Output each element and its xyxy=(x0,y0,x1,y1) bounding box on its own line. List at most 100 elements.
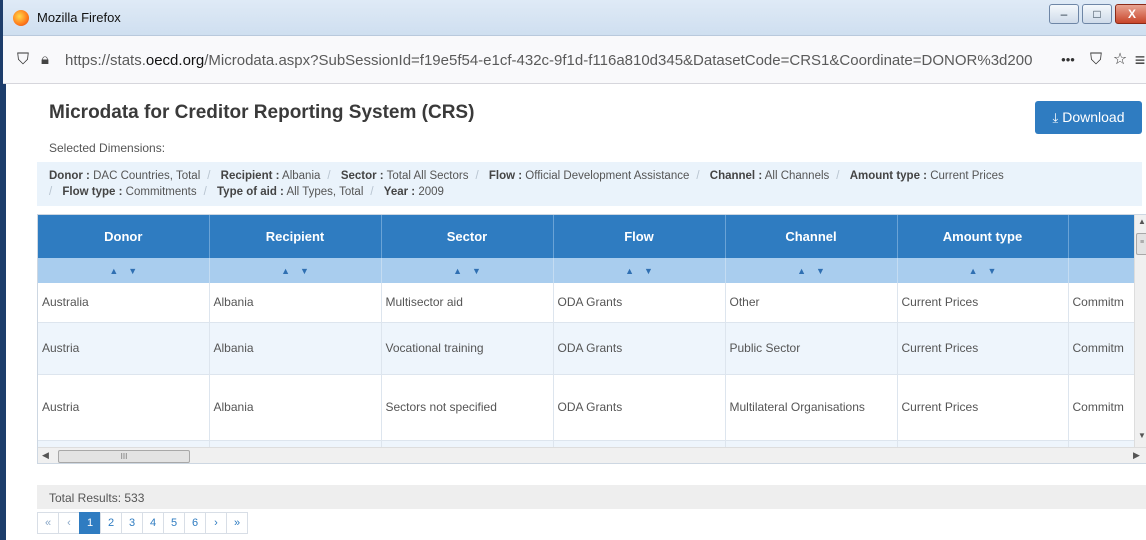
sort-asc-icon[interactable]: ▲ xyxy=(625,266,634,276)
sort-controls xyxy=(1068,258,1134,283)
sort-controls: ▲ ▼ xyxy=(209,258,382,283)
sort-controls: ▲ ▼ xyxy=(725,258,898,283)
dimensions-bar: Donor : DAC Countries, Total / Recipient … xyxy=(37,162,1142,206)
cell-channel: Multilateral Organisations xyxy=(725,374,898,441)
dim-year: Year : 2009 xyxy=(383,186,444,198)
window-title: Mozilla Firefox xyxy=(37,10,121,25)
title-bar: Mozilla Firefox – □ X xyxy=(3,0,1146,36)
firefox-logo-icon xyxy=(13,10,29,26)
page-title: Microdata for Creditor Reporting System … xyxy=(49,102,475,123)
cell-sector: Sectors not specified xyxy=(381,374,554,441)
column-header-sector[interactable]: Sector xyxy=(381,215,554,258)
cell-sector: Vocational training xyxy=(381,322,554,375)
page-button-6[interactable]: 6 xyxy=(184,512,206,534)
dim-type-of-aid: Type of aid : All Types, Total xyxy=(217,186,364,198)
scroll-down-icon[interactable]: ▼ xyxy=(1136,431,1146,443)
menu-icon[interactable]: ≡ xyxy=(1131,48,1146,72)
pocket-icon[interactable]: ⛉ xyxy=(1085,48,1107,72)
url-prefix: https://stats. xyxy=(65,52,146,69)
dim-sector: Sector : Total All Sectors xyxy=(340,170,469,182)
address-bar[interactable]: https://stats.oecd.org/Microdata.aspx?Su… xyxy=(65,50,1055,72)
sort-asc-icon[interactable]: ▲ xyxy=(109,266,118,276)
page-content: Microdata for Creditor Reporting System … xyxy=(17,84,1146,540)
vertical-scrollbar[interactable]: ▲ ≡ ▼ xyxy=(1134,215,1146,447)
table-row[interactable]: Austria Albania Vocational training ODA … xyxy=(38,322,1134,375)
page-actions-icon[interactable]: ••• xyxy=(1055,48,1081,72)
sort-asc-icon[interactable]: ▲ xyxy=(453,266,462,276)
horizontal-scrollbar[interactable]: ◀ III ▶ xyxy=(38,447,1146,463)
sort-desc-icon[interactable]: ▼ xyxy=(988,266,997,276)
dim-donor: Donor : DAC Countries, Total xyxy=(49,170,201,182)
sort-row: ▲ ▼ ▲ ▼ ▲ ▼ ▲ ▼ ▲ ▼ ▲ ▼ xyxy=(38,258,1134,283)
browser-window: Mozilla Firefox – □ X ⛉ 🔒︎ https://stats… xyxy=(0,0,1146,540)
header-row: Donor Recipient Sector Flow Channel Amou… xyxy=(38,215,1134,258)
cell-flow: ODA Grants xyxy=(553,322,726,375)
cell-amount-type: Current Prices xyxy=(897,283,1069,323)
page-button-2[interactable]: 2 xyxy=(100,512,122,534)
cell-flow-type: Commitm xyxy=(1068,283,1134,323)
dim-flow: Flow : Official Development Assistance xyxy=(488,170,690,182)
maximize-button[interactable]: □ xyxy=(1082,4,1112,24)
cell-flow-type: Commitm xyxy=(1068,374,1134,441)
column-header-donor[interactable]: Donor xyxy=(38,215,210,258)
cell-recipient: Albania xyxy=(209,283,382,323)
cell-donor: Austria xyxy=(38,374,210,441)
dim-flow-type: Flow type : Commitments xyxy=(62,186,197,198)
table-row[interactable]: Australia Albania Multisector aid ODA Gr… xyxy=(38,283,1134,323)
column-header-channel[interactable]: Channel xyxy=(725,215,898,258)
last-page-button[interactable]: » xyxy=(226,512,248,534)
column-header-flow-type[interactable] xyxy=(1068,215,1134,258)
next-page-button[interactable]: › xyxy=(205,512,227,534)
scroll-left-icon[interactable]: ◀ xyxy=(42,450,49,461)
cell-channel: Other xyxy=(725,283,898,323)
scroll-right-icon[interactable]: ▶ xyxy=(1133,450,1140,461)
sort-controls: ▲ ▼ xyxy=(553,258,726,283)
sort-controls: ▲ ▼ xyxy=(897,258,1069,283)
vertical-scroll-thumb[interactable]: ≡ xyxy=(1136,233,1146,255)
table-row[interactable]: Austria Albania Sectors not specified OD… xyxy=(38,374,1134,441)
cell-amount-type: Current Prices xyxy=(897,374,1069,441)
sort-desc-icon[interactable]: ▼ xyxy=(128,266,137,276)
dim-channel: Channel : All Channels xyxy=(709,170,830,182)
pagination: « ‹ 1 2 3 4 5 6 › » xyxy=(37,512,248,536)
lock-icon[interactable]: 🔒︎ xyxy=(41,50,57,70)
page-button-3[interactable]: 3 xyxy=(121,512,143,534)
tracking-shield-icon[interactable]: ⛉ xyxy=(17,50,33,70)
download-label: Download xyxy=(1062,109,1125,125)
column-header-flow[interactable]: Flow xyxy=(553,215,726,258)
cell-recipient: Albania xyxy=(209,322,382,375)
sort-asc-icon[interactable]: ▲ xyxy=(281,266,290,276)
results-table: Donor Recipient Sector Flow Channel Amou… xyxy=(38,215,1134,447)
download-button[interactable]: ⤓ Download xyxy=(1035,101,1142,134)
first-page-button[interactable]: « xyxy=(37,512,59,534)
page-button-5[interactable]: 5 xyxy=(163,512,185,534)
sort-desc-icon[interactable]: ▼ xyxy=(644,266,653,276)
sort-desc-icon[interactable]: ▼ xyxy=(472,266,481,276)
dim-amount-type: Amount type : Current Prices xyxy=(849,170,1004,182)
cell-flow-type: Commitm xyxy=(1068,322,1134,375)
close-button[interactable]: X xyxy=(1115,4,1146,24)
scroll-up-icon[interactable]: ▲ xyxy=(1136,217,1146,229)
page-button-1[interactable]: 1 xyxy=(79,512,101,534)
sort-controls: ▲ ▼ xyxy=(38,258,210,283)
sort-asc-icon[interactable]: ▲ xyxy=(969,266,978,276)
cell-sector: Multisector aid xyxy=(381,283,554,323)
table-row-partial xyxy=(38,440,1134,447)
url-path: /Microdata.aspx?SubSessionId=f19e5f54-e1… xyxy=(204,52,1033,69)
sort-asc-icon[interactable]: ▲ xyxy=(797,266,806,276)
cell-flow: ODA Grants xyxy=(553,374,726,441)
horizontal-scroll-thumb[interactable]: III xyxy=(58,450,190,463)
column-header-amount-type[interactable]: Amount type xyxy=(897,215,1069,258)
column-header-recipient[interactable]: Recipient xyxy=(209,215,382,258)
cell-flow: ODA Grants xyxy=(553,283,726,323)
minimize-button[interactable]: – xyxy=(1049,4,1079,24)
bookmark-star-icon[interactable]: ☆ xyxy=(1109,48,1131,72)
cell-donor: Austria xyxy=(38,322,210,375)
page-button-4[interactable]: 4 xyxy=(142,512,164,534)
sort-controls: ▲ ▼ xyxy=(381,258,554,283)
prev-page-button[interactable]: ‹ xyxy=(58,512,80,534)
results-footer: Total Results: 533 xyxy=(37,485,1146,509)
sort-desc-icon[interactable]: ▼ xyxy=(816,266,825,276)
sort-desc-icon[interactable]: ▼ xyxy=(300,266,309,276)
window-edge xyxy=(3,84,6,540)
